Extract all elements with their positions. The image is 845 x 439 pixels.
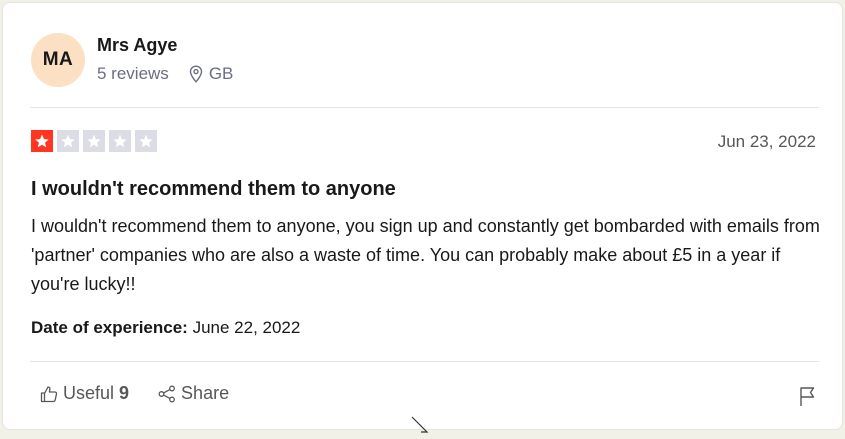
divider [30,107,819,108]
star-icon [113,134,127,148]
country-code: GB [208,63,234,83]
star-empty [135,130,157,152]
useful-button[interactable]: Useful 9 [39,383,129,404]
review-count: 5 reviews [97,63,169,83]
reviewer-name[interactable]: Mrs Agye [97,33,233,57]
reviewer-country: GB [189,62,234,86]
review-date: Jun 23, 2022 [717,132,816,151]
star-icon [35,134,49,148]
share-label: Share [181,383,230,403]
experience-label: Date of experience: [31,318,188,337]
review-title[interactable]: I wouldn't recommend them to anyone [31,176,396,202]
share-icon [158,385,175,402]
useful-count: 9 [119,383,130,403]
useful-label: Useful [63,383,115,403]
star-rating [31,130,161,152]
experience-date: June 22, 2022 [187,318,301,337]
star-empty [109,130,131,152]
cursor-icon [411,416,429,433]
review-actions: Useful 9 Share [39,383,229,404]
flag-icon [800,387,815,406]
star-filled [31,130,53,152]
report-flag-button[interactable] [798,385,818,412]
avatar[interactable]: MA [31,33,85,87]
star-empty [57,130,79,152]
thumbs-up-icon [40,385,58,402]
mouse-cursor [411,416,429,439]
date-of-experience: Date of experience: June 22, 2022 [31,316,300,340]
star-icon [139,134,153,148]
reviewer-meta: 5 reviews GB [97,62,233,86]
review-body: I wouldn't recommend them to anyone, you… [31,216,820,294]
reviewer-header: MA Mrs Agye 5 reviews GB [31,33,233,87]
star-icon [87,134,101,148]
location-pin-icon [189,64,203,83]
divider [30,361,819,362]
star-icon [61,134,75,148]
review-card: MA Mrs Agye 5 reviews GB Jun 23, 2022 I … [2,2,843,430]
star-empty [83,130,105,152]
reviewer-info: Mrs Agye 5 reviews GB [97,33,233,86]
share-button[interactable]: Share [157,383,229,404]
